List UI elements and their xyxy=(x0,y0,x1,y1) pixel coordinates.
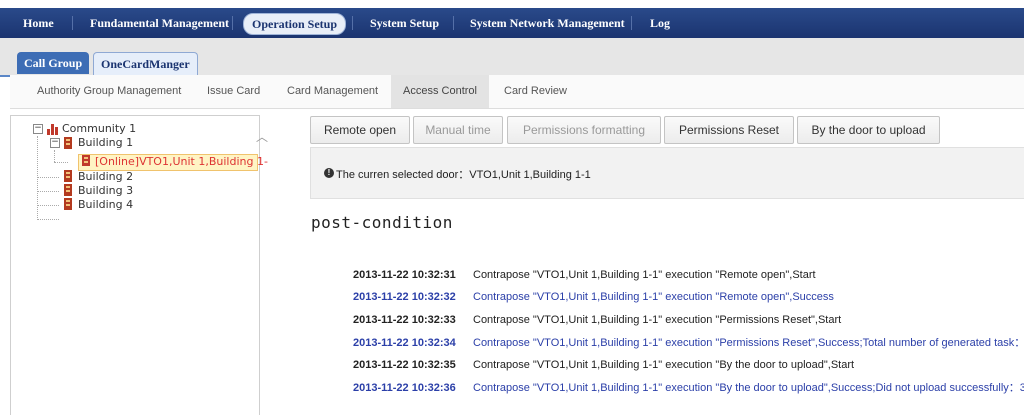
tree-node-building-2[interactable]: Building 2 xyxy=(78,170,133,184)
log-message: Contrapose "VTO1,Unit 1,Building 1-1" ex… xyxy=(473,382,1024,394)
selected-door-info: ! The curren selected door：VTO1,Unit 1,B… xyxy=(310,147,1024,199)
section-title: post-condition xyxy=(311,213,453,232)
nav-operation-setup[interactable]: Operation Setup xyxy=(243,13,347,35)
tree-connector xyxy=(54,162,68,163)
nav-divider xyxy=(352,16,353,30)
menu-authority-group-management[interactable]: Authority Group Management xyxy=(37,75,181,108)
nav-divider xyxy=(631,16,632,30)
log-message: Contrapose "VTO1,Unit 1,Building 1-1" ex… xyxy=(473,314,842,326)
collapse-toggle-icon[interactable]: − xyxy=(50,138,60,148)
door-station-icon xyxy=(82,155,90,166)
community-icon xyxy=(47,124,59,135)
log-time: 2013-11-22 10:32:32 xyxy=(353,291,456,303)
log-time: 2013-11-22 10:32:34 xyxy=(353,337,456,349)
tree-connector xyxy=(37,191,59,192)
menu-access-control[interactable]: Access Control xyxy=(391,75,489,108)
tree-connector xyxy=(37,205,59,206)
info-icon: ! xyxy=(324,168,334,178)
nav-divider xyxy=(453,16,454,30)
nav-system-network-management[interactable]: System Network Management xyxy=(470,8,625,38)
tree-node-building-1[interactable]: Building 1 xyxy=(78,136,133,150)
top-nav: Home Fundamental Management Operation Se… xyxy=(0,8,1024,38)
chevron-up-icon[interactable]: ︿ xyxy=(256,128,268,145)
nav-fundamental-management[interactable]: Fundamental Management xyxy=(90,8,229,38)
sub-tab-bar: Call Group OneCardManger xyxy=(0,38,1024,77)
tree-connector xyxy=(37,177,59,178)
log-message: Contrapose "VTO1,Unit 1,Building 1-1" ex… xyxy=(473,291,834,303)
building-icon xyxy=(64,137,72,149)
nav-divider xyxy=(72,16,73,30)
building-icon xyxy=(64,198,72,210)
menu-card-review[interactable]: Card Review xyxy=(504,75,567,108)
collapse-toggle-icon[interactable]: − xyxy=(33,124,43,134)
tab-onecardmanger[interactable]: OneCardManger xyxy=(93,52,198,75)
nav-divider xyxy=(232,16,233,30)
log-time: 2013-11-22 10:32:36 xyxy=(353,382,456,394)
menu-issue-card[interactable]: Issue Card xyxy=(207,75,260,108)
remote-open-button[interactable]: Remote open xyxy=(310,116,410,144)
log-time: 2013-11-22 10:32:33 xyxy=(353,314,456,326)
tab-call-group[interactable]: Call Group xyxy=(17,52,90,74)
tree-node-building-3[interactable]: Building 3 xyxy=(78,184,133,198)
function-menu: Authority Group Management Issue Card Ca… xyxy=(10,75,1024,109)
building-icon xyxy=(64,184,72,196)
door-upload-button[interactable]: By the door to upload xyxy=(797,116,940,144)
tree-node-building-4[interactable]: Building 4 xyxy=(78,198,133,212)
log-time: 2013-11-22 10:32:35 xyxy=(353,359,456,371)
tree-connector xyxy=(54,150,55,162)
log-message: Contrapose "VTO1,Unit 1,Building 1-1" ex… xyxy=(473,269,816,281)
log-message: Contrapose "VTO1,Unit 1,Building 1-1" ex… xyxy=(473,359,855,371)
nav-system-setup[interactable]: System Setup xyxy=(370,8,439,38)
tree-connector xyxy=(37,219,59,220)
permissions-formatting-button[interactable]: Permissions formatting xyxy=(507,116,661,144)
manual-time-button[interactable]: Manual time xyxy=(413,116,503,144)
log-time: 2013-11-22 10:32:31 xyxy=(353,269,456,281)
selected-door-text: The curren selected door：VTO1,Unit 1,Bui… xyxy=(336,169,591,181)
nav-log[interactable]: Log xyxy=(650,8,670,38)
tree-node-community[interactable]: Community 1 xyxy=(62,122,136,136)
nav-home[interactable]: Home xyxy=(23,8,54,38)
menu-card-management[interactable]: Card Management xyxy=(287,75,378,108)
top-strip xyxy=(0,0,1024,8)
building-icon xyxy=(64,170,72,182)
tree-node-device-label: [Online]VTO1,Unit 1,Building 1- xyxy=(95,155,268,168)
log-message: Contrapose "VTO1,Unit 1,Building 1-1" ex… xyxy=(473,337,1024,349)
permissions-reset-button[interactable]: Permissions Reset xyxy=(664,116,794,144)
